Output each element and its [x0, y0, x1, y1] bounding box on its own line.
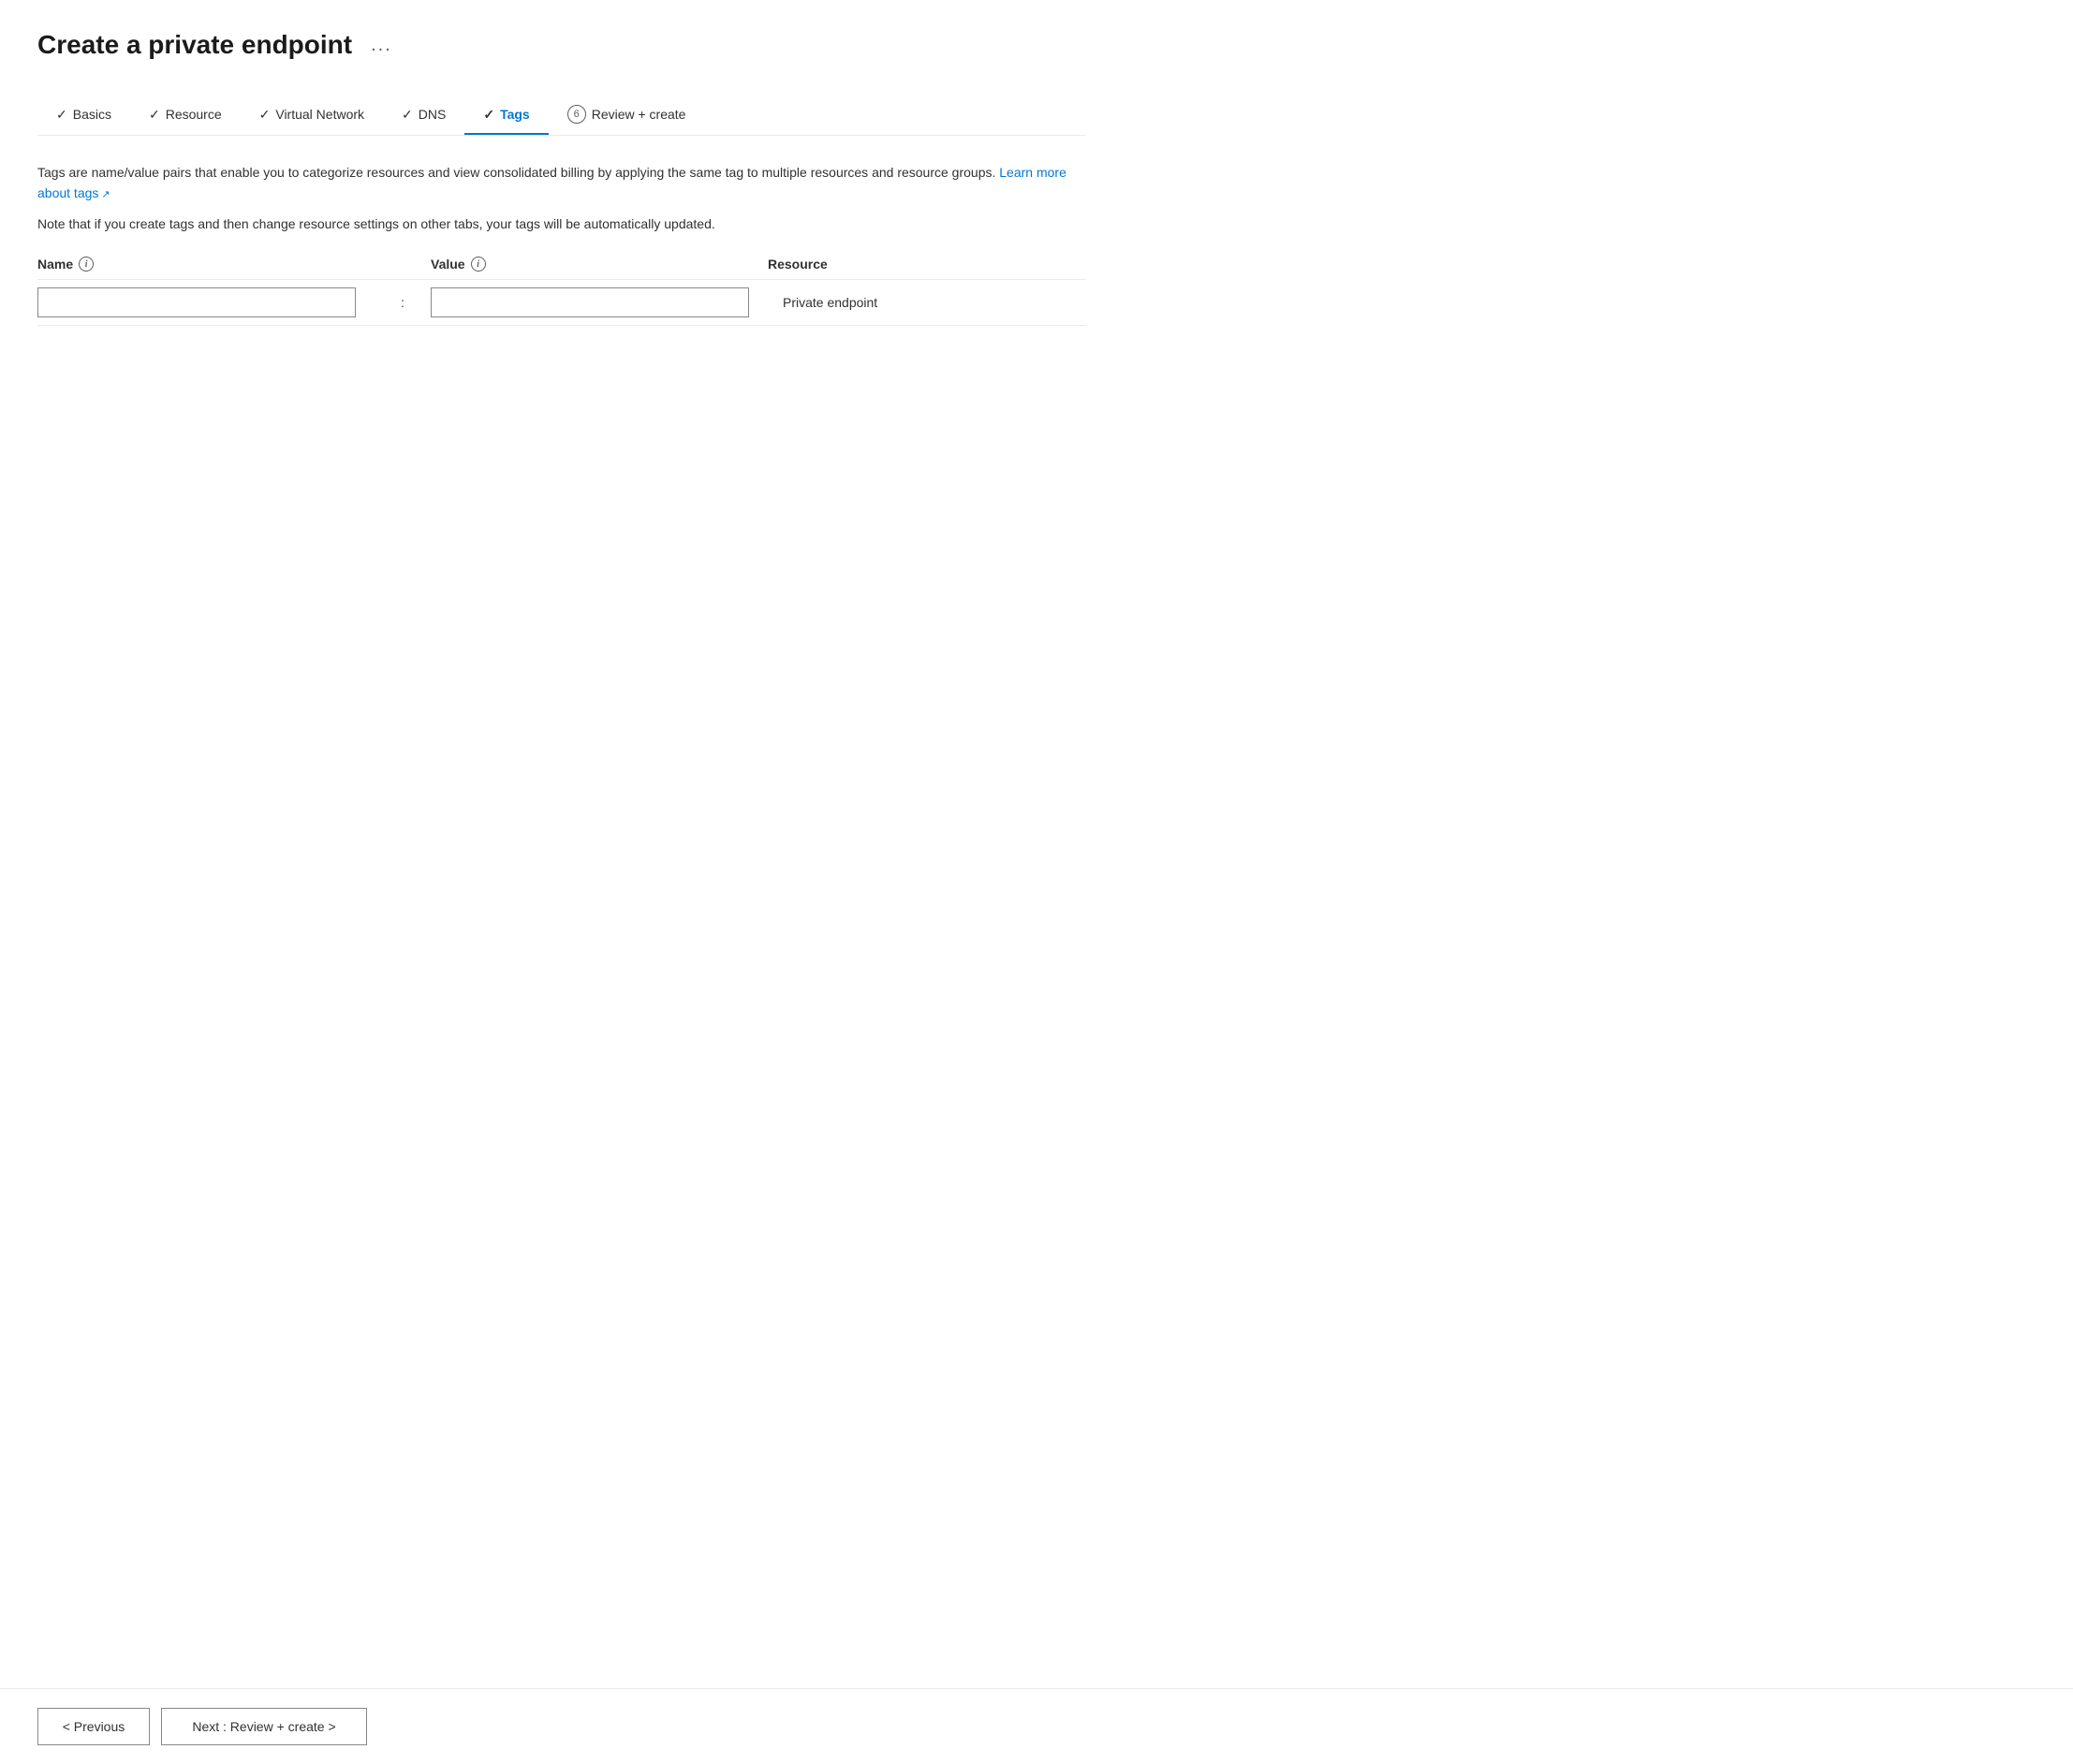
- colon-separator: :: [375, 295, 431, 310]
- external-link-icon: ↗: [101, 189, 110, 200]
- tab-basics-label: Basics: [73, 107, 111, 122]
- page-title: Create a private endpoint: [37, 30, 352, 60]
- info-icon-name[interactable]: i: [79, 257, 94, 272]
- tab-tags-label: Tags: [500, 107, 530, 122]
- tab-review-create[interactable]: 6 Review + create: [549, 94, 705, 135]
- tab-virtual-network-label: Virtual Network: [275, 107, 364, 122]
- table-row: : Private endpoint: [37, 280, 1086, 326]
- tab-resource-label: Resource: [166, 107, 222, 122]
- tags-table: Name i Value i Resource : Private endpoi…: [37, 257, 1086, 326]
- tag-name-input[interactable]: [37, 287, 356, 317]
- description-text-1: Tags are name/value pairs that enable yo…: [37, 162, 1086, 204]
- col-header-resource: Resource: [768, 257, 1086, 272]
- tags-table-header: Name i Value i Resource: [37, 257, 1086, 280]
- previous-button[interactable]: < Previous: [37, 1708, 150, 1745]
- check-icon-tags: ✓: [483, 107, 494, 123]
- tab-virtual-network[interactable]: ✓ Virtual Network: [241, 96, 383, 134]
- footer: < Previous Next : Review + create >: [0, 1688, 2073, 1764]
- tab-tags[interactable]: ✓ Tags: [464, 96, 548, 134]
- col-header-name: Name i: [37, 257, 375, 272]
- check-icon-resource: ✓: [149, 107, 160, 123]
- info-icon-value[interactable]: i: [471, 257, 486, 272]
- check-icon-virtual-network: ✓: [259, 107, 271, 123]
- ellipsis-button[interactable]: ...: [363, 31, 400, 60]
- tab-dns-label: DNS: [419, 107, 447, 122]
- tab-review-create-label: Review + create: [592, 107, 686, 122]
- check-icon-basics: ✓: [56, 107, 67, 123]
- col-header-value: Value i: [431, 257, 768, 272]
- tab-resource[interactable]: ✓ Resource: [130, 96, 241, 134]
- tab-dns[interactable]: ✓ DNS: [383, 96, 464, 134]
- wizard-tabs: ✓ Basics ✓ Resource ✓ Virtual Network ✓ …: [37, 94, 1086, 136]
- description-block: Tags are name/value pairs that enable yo…: [37, 162, 1086, 234]
- step-circle-review: 6: [567, 105, 586, 124]
- tag-value-input[interactable]: [431, 287, 749, 317]
- check-icon-dns: ✓: [402, 107, 413, 123]
- tab-basics[interactable]: ✓ Basics: [37, 96, 130, 134]
- note-text: Note that if you create tags and then ch…: [37, 213, 1086, 234]
- tag-resource-text: Private endpoint: [768, 295, 1086, 310]
- next-button[interactable]: Next : Review + create >: [161, 1708, 367, 1745]
